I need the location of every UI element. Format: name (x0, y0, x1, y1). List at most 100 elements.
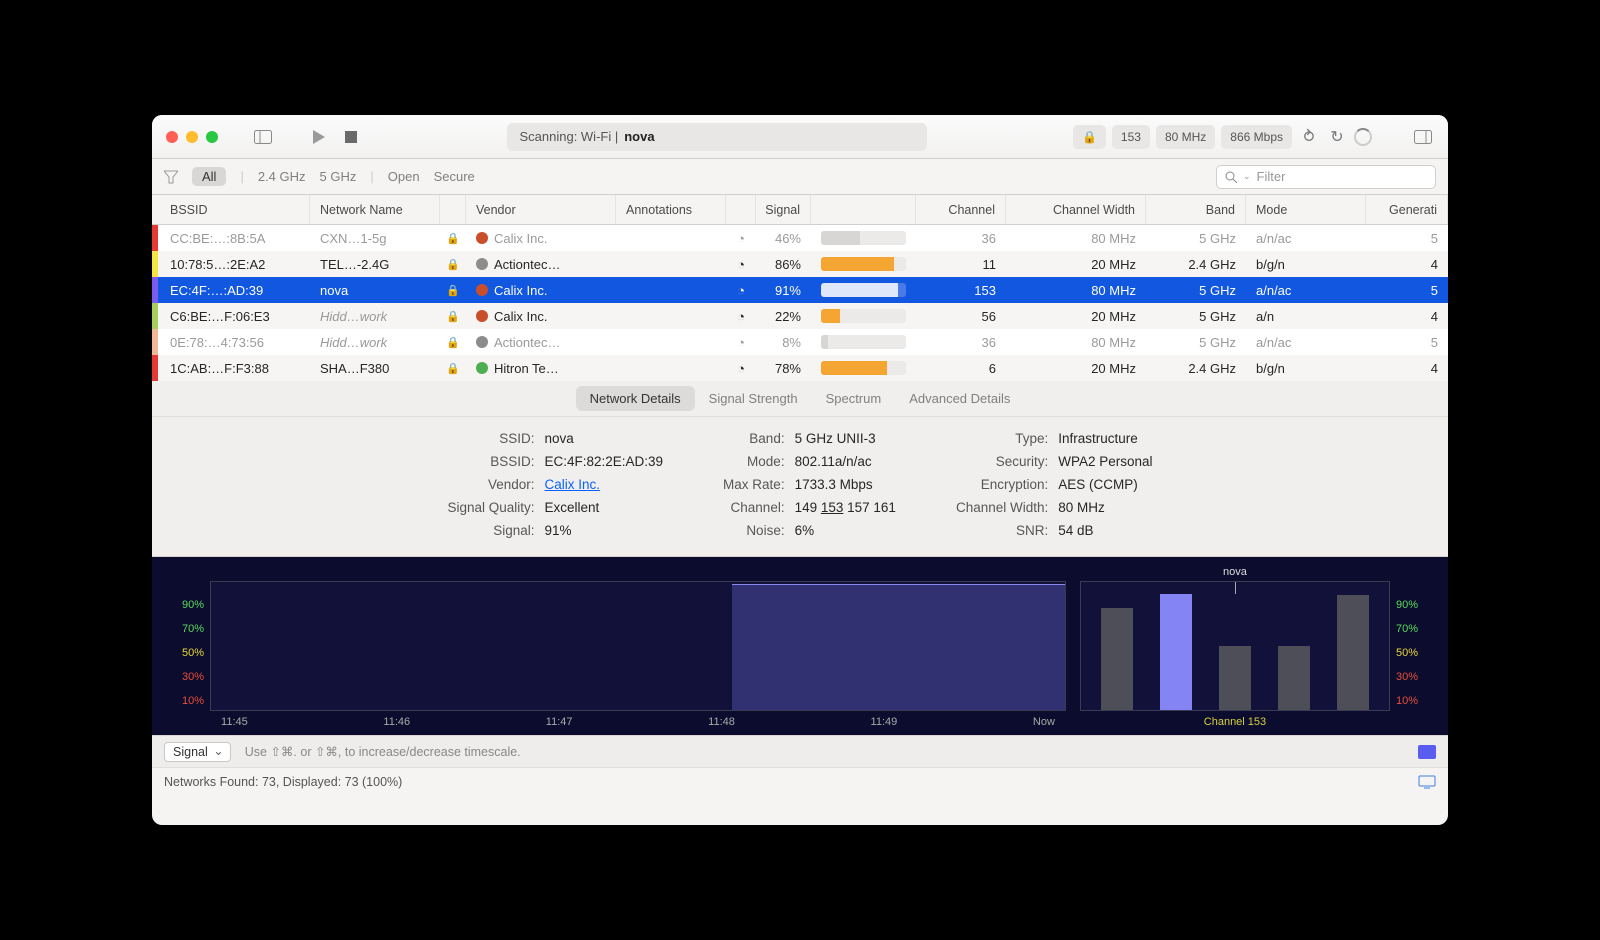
lock-icon: 🔒 (1082, 130, 1097, 144)
filter-all[interactable]: All (192, 167, 226, 186)
col-gen[interactable]: Generati (1366, 195, 1448, 224)
metric-select[interactable]: Signal (164, 742, 231, 762)
channel-bar-chart[interactable]: nova Channel 153 (1080, 581, 1390, 711)
cell-band: 2.4 GHz (1146, 251, 1246, 277)
tab-spectrum[interactable]: Spectrum (812, 386, 896, 411)
detail-signal: 91% (544, 523, 663, 538)
scan-network: nova (624, 129, 654, 144)
cell-bssid: 1C:AB:…F:F3:88 (160, 355, 310, 381)
table-row[interactable]: 1C:AB:…F:F3:88SHA…F380🔒Hitron Te…◔78%620… (152, 355, 1448, 381)
table-row[interactable]: CC:BE:…:8B:5ACXN…1-5g🔒Calix Inc.◔46%3680… (152, 225, 1448, 251)
refresh-icon[interactable]: ↻ (1326, 126, 1348, 148)
cell-band: 5 GHz (1146, 277, 1246, 303)
filter-secure[interactable]: Secure (434, 169, 475, 184)
cell-cw: 80 MHz (1006, 225, 1146, 251)
search-input[interactable]: ⌄ Filter (1216, 165, 1436, 189)
cell-band: 2.4 GHz (1146, 355, 1246, 381)
tab-advanced[interactable]: Advanced Details (895, 386, 1024, 411)
col-cw[interactable]: Channel Width (1006, 195, 1146, 224)
detail-band: 5 GHz UNII-3 (795, 431, 896, 446)
detail-noise: 6% (795, 523, 896, 538)
table-row[interactable]: 0E:78:…4:73:56Hidd…work🔒Actiontec…◔8%368… (152, 329, 1448, 355)
cell-vendor: Calix Inc. (466, 225, 616, 251)
detail-ssid: nova (544, 431, 663, 446)
status-text: Networks Found: 73, Displayed: 73 (100%) (164, 775, 402, 789)
display-icon[interactable] (1418, 775, 1436, 789)
zoom-icon[interactable] (206, 131, 218, 143)
table-row[interactable]: 10:78:5…:2E:A2TEL…-2.4G🔒Actiontec…◔86%11… (152, 251, 1448, 277)
link-icon[interactable]: ⥁ (1298, 126, 1320, 148)
lock-icon: 🔒 (440, 225, 466, 251)
filter-5ghz[interactable]: 5 GHz (320, 169, 357, 184)
stop-icon[interactable] (340, 126, 362, 148)
gauge-icon: ◔ (726, 277, 756, 303)
detail-type: Infrastructure (1058, 431, 1152, 446)
timescale-hint: Use ⇧⌘. or ⇧⌘, to increase/decrease time… (245, 744, 521, 759)
table-row[interactable]: C6:BE:…F:06:E3Hidd…work🔒Calix Inc.◔22%56… (152, 303, 1448, 329)
col-channel[interactable]: Channel (916, 195, 1006, 224)
width-badge: 80 MHz (1156, 125, 1215, 149)
cell-vendor: Calix Inc. (466, 303, 616, 329)
col-vendor[interactable]: Vendor (466, 195, 616, 224)
lock-icon: 🔒 (440, 303, 466, 329)
detail-mode: 802.11a/n/ac (795, 454, 896, 469)
detail-cw: 80 MHz (1058, 500, 1152, 515)
cell-channel: 36 (916, 329, 1006, 355)
signal-timeline-chart[interactable]: 11:4511:4611:4711:4811:49Now (210, 581, 1066, 711)
col-bssid[interactable]: BSSID (160, 195, 310, 224)
color-swatch[interactable] (1418, 745, 1436, 759)
cell-signal: 78% (756, 355, 811, 381)
cell-cw: 20 MHz (1006, 355, 1146, 381)
close-icon[interactable] (166, 131, 178, 143)
cell-cw: 20 MHz (1006, 303, 1146, 329)
channel-badge: 153 (1112, 125, 1150, 149)
cell-gen: 5 (1366, 329, 1448, 355)
lock-icon: 🔒 (440, 277, 466, 303)
col-signal[interactable]: Signal (756, 195, 811, 224)
table-row[interactable]: EC:4F:…:AD:39nova🔒Calix Inc.◔91%15380 MH… (152, 277, 1448, 303)
filter-24ghz[interactable]: 2.4 GHz (258, 169, 306, 184)
sidebar-toggle-icon[interactable] (252, 126, 274, 148)
y-axis-right: 90%70%50%30%10% (1390, 599, 1418, 707)
cell-bssid: 10:78:5…:2E:A2 (160, 251, 310, 277)
channel-bar (1160, 594, 1192, 710)
cell-band: 5 GHz (1146, 329, 1246, 355)
detail-security: WPA2 Personal (1058, 454, 1152, 469)
col-mode[interactable]: Mode (1246, 195, 1366, 224)
col-band[interactable]: Band (1146, 195, 1246, 224)
mini-title: nova (1081, 566, 1389, 578)
detail-encryption: AES (CCMP) (1058, 477, 1152, 492)
x-axis: 11:4511:4611:4711:4811:49Now (211, 716, 1065, 728)
cell-gen: 4 (1366, 355, 1448, 381)
gauge-icon: ◔ (726, 251, 756, 277)
tab-strength[interactable]: Signal Strength (695, 386, 812, 411)
cell-cw: 80 MHz (1006, 329, 1146, 355)
gauge-icon: ◔ (726, 225, 756, 251)
cell-gen: 4 (1366, 303, 1448, 329)
col-name[interactable]: Network Name (310, 195, 440, 224)
cell-channel: 56 (916, 303, 1006, 329)
funnel-icon[interactable] (164, 170, 178, 184)
cell-mode: a/n/ac (1246, 329, 1366, 355)
spinner-icon (1354, 128, 1372, 146)
gauge-icon: ◔ (726, 303, 756, 329)
tab-details[interactable]: Network Details (576, 386, 695, 411)
gauge-icon: ◔ (726, 355, 756, 381)
scan-status: Scanning: Wi-Fi | (519, 129, 618, 144)
play-icon[interactable] (308, 126, 330, 148)
cell-mode: b/g/n (1246, 251, 1366, 277)
chevron-down-icon: ⌄ (1243, 171, 1251, 182)
cell-name: SHA…F380 (310, 355, 440, 381)
table-header: BSSID Network Name Vendor Annotations Si… (152, 195, 1448, 225)
minimize-icon[interactable] (186, 131, 198, 143)
lock-icon: 🔒 (440, 329, 466, 355)
filter-open[interactable]: Open (388, 169, 420, 184)
panel-toggle-icon[interactable] (1412, 126, 1434, 148)
col-annot[interactable]: Annotations (616, 195, 726, 224)
detail-vendor-link[interactable]: Calix Inc. (544, 477, 600, 492)
network-table: CC:BE:…:8B:5ACXN…1-5g🔒Calix Inc.◔46%3680… (152, 225, 1448, 381)
cell-signal: 22% (756, 303, 811, 329)
channel-bar (1101, 608, 1133, 710)
titlebar: Scanning: Wi-Fi | nova 🔒 153 80 MHz 866 … (152, 115, 1448, 159)
window-controls (166, 131, 218, 143)
